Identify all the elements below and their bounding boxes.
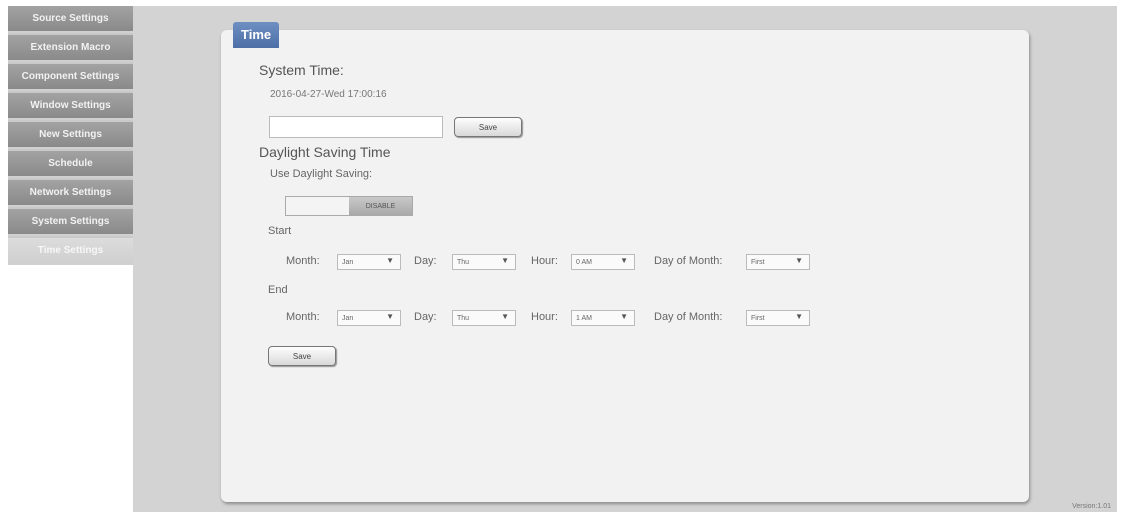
end-hour-select[interactable]: 1 AM ▼ <box>571 310 635 326</box>
chevron-down-icon: ▼ <box>501 312 509 321</box>
end-month-label: Month: <box>286 311 320 323</box>
end-day-value: Thu <box>457 314 470 322</box>
start-dom-value: First <box>751 258 765 266</box>
start-hour-label: Hour: <box>531 255 558 267</box>
system-time-input[interactable] <box>269 116 443 138</box>
sidebar-item-schedule[interactable]: Schedule <box>8 151 133 178</box>
chevron-down-icon: ▼ <box>620 312 628 321</box>
chevron-down-icon: ▼ <box>386 312 394 321</box>
start-day-value: Thu <box>457 258 470 266</box>
system-time-heading: System Time: <box>259 62 344 78</box>
sidebar: Source Settings Extension Macro Componen… <box>8 6 133 265</box>
start-month-value: Jan <box>342 258 354 266</box>
end-dom-value: First <box>751 314 765 322</box>
chevron-down-icon: ▼ <box>501 256 509 265</box>
start-label: Start <box>268 225 292 237</box>
start-dom-select[interactable]: First ▼ <box>746 254 810 270</box>
start-day-label: Day: <box>414 255 437 267</box>
chevron-down-icon: ▼ <box>795 256 803 265</box>
version-text: Version:1.01 <box>1072 503 1111 510</box>
start-month-label: Month: <box>286 255 320 267</box>
system-time-value: 2016-04-27-Wed 17:00:16 <box>270 89 387 100</box>
start-dom-label: Day of Month: <box>654 255 723 267</box>
chevron-down-icon: ▼ <box>795 312 803 321</box>
dst-toggle-off-side <box>286 197 349 215</box>
start-hour-value: 0 AM <box>576 258 592 266</box>
end-hour-value: 1 AM <box>576 314 592 322</box>
sidebar-item-extension-macro[interactable]: Extension Macro <box>8 35 133 62</box>
sidebar-item-system-settings[interactable]: System Settings <box>8 209 133 236</box>
end-dom-label: Day of Month: <box>654 311 723 323</box>
start-month-select[interactable]: Jan ▼ <box>337 254 401 270</box>
sidebar-item-network-settings[interactable]: Network Settings <box>8 180 133 207</box>
sidebar-item-time-settings[interactable]: Time Settings <box>8 238 133 265</box>
sidebar-item-new-settings[interactable]: New Settings <box>8 122 133 149</box>
chevron-down-icon: ▼ <box>386 256 394 265</box>
sidebar-item-source-settings[interactable]: Source Settings <box>8 6 133 33</box>
start-hour-select[interactable]: 0 AM ▼ <box>571 254 635 270</box>
end-month-value: Jan <box>342 314 354 322</box>
dst-save-button[interactable]: Save <box>268 346 336 366</box>
sidebar-item-window-settings[interactable]: Window Settings <box>8 93 133 120</box>
dst-toggle[interactable]: DISABLE <box>285 196 413 216</box>
end-month-select[interactable]: Jan ▼ <box>337 310 401 326</box>
system-time-save-button[interactable]: Save <box>454 117 522 137</box>
end-dom-select[interactable]: First ▼ <box>746 310 810 326</box>
start-day-select[interactable]: Thu ▼ <box>452 254 516 270</box>
end-day-label: Day: <box>414 311 437 323</box>
chevron-down-icon: ▼ <box>620 256 628 265</box>
sidebar-item-component-settings[interactable]: Component Settings <box>8 64 133 91</box>
end-hour-label: Hour: <box>531 311 558 323</box>
end-day-select[interactable]: Thu ▼ <box>452 310 516 326</box>
dst-toggle-state: DISABLE <box>349 197 412 215</box>
use-dst-label: Use Daylight Saving: <box>270 168 373 180</box>
panel-tab-time: Time <box>233 22 280 48</box>
end-label: End <box>268 284 288 296</box>
dst-heading: Daylight Saving Time <box>259 144 391 160</box>
